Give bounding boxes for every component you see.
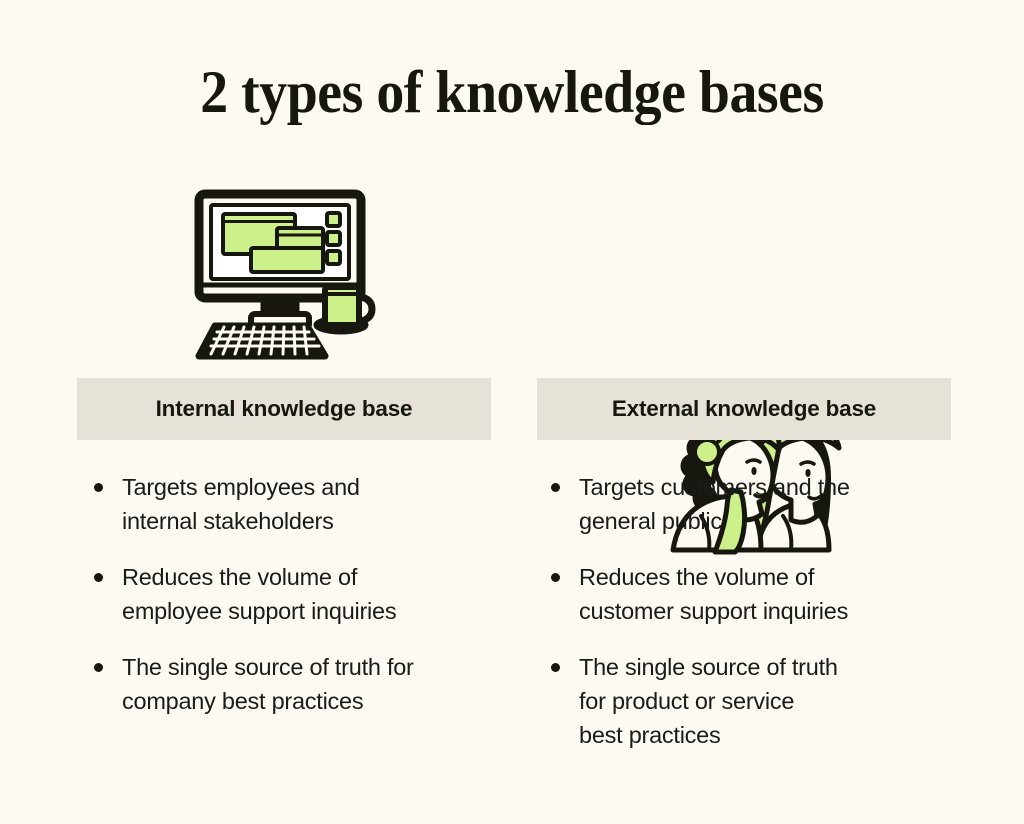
page-title: 2 types of knowledge bases (200, 59, 824, 125)
external-bullet-list: Targets customers and the general public… (545, 470, 965, 752)
internal-bullet-list: Targets employees and internal stakehold… (88, 470, 508, 718)
bullet-dot-icon (551, 663, 560, 672)
list-item: Reduces the volume of employee support i… (88, 560, 508, 628)
bullet-dot-icon (94, 483, 103, 492)
bullet-dot-icon (551, 483, 560, 492)
external-header-bar: External knowledge base (537, 378, 951, 440)
list-item: Reduces the volume of customer support i… (545, 560, 965, 628)
list-item-text: Reduces the volume of employee support i… (122, 564, 397, 624)
bullet-dot-icon (551, 573, 560, 582)
list-item-text: Targets customers and the general public (579, 474, 850, 534)
list-item: The single source of truth for product o… (545, 650, 965, 752)
internal-header-bar: Internal knowledge base (77, 378, 491, 440)
list-item-text: The single source of truth for company b… (122, 654, 414, 714)
list-item: The single source of truth for company b… (88, 650, 508, 718)
bullet-dot-icon (94, 663, 103, 672)
external-header-label: External knowledge base (611, 396, 877, 421)
list-item: Targets employees and internal stakehold… (88, 470, 508, 538)
internal-illustration-area (77, 170, 491, 370)
infographic-poster: 2 types of knowledge bases Internal know… (0, 0, 1024, 824)
internal-header-label: Internal knowledge base (155, 396, 413, 421)
list-item-text: Targets employees and internal stakehold… (122, 474, 360, 534)
list-item: Targets customers and the general public (545, 470, 965, 538)
bullet-dot-icon (94, 573, 103, 582)
list-item-text: Reduces the volume of customer support i… (579, 564, 849, 624)
desktop-computer-icon (194, 189, 376, 360)
list-item-text: The single source of truth for product o… (579, 654, 838, 748)
